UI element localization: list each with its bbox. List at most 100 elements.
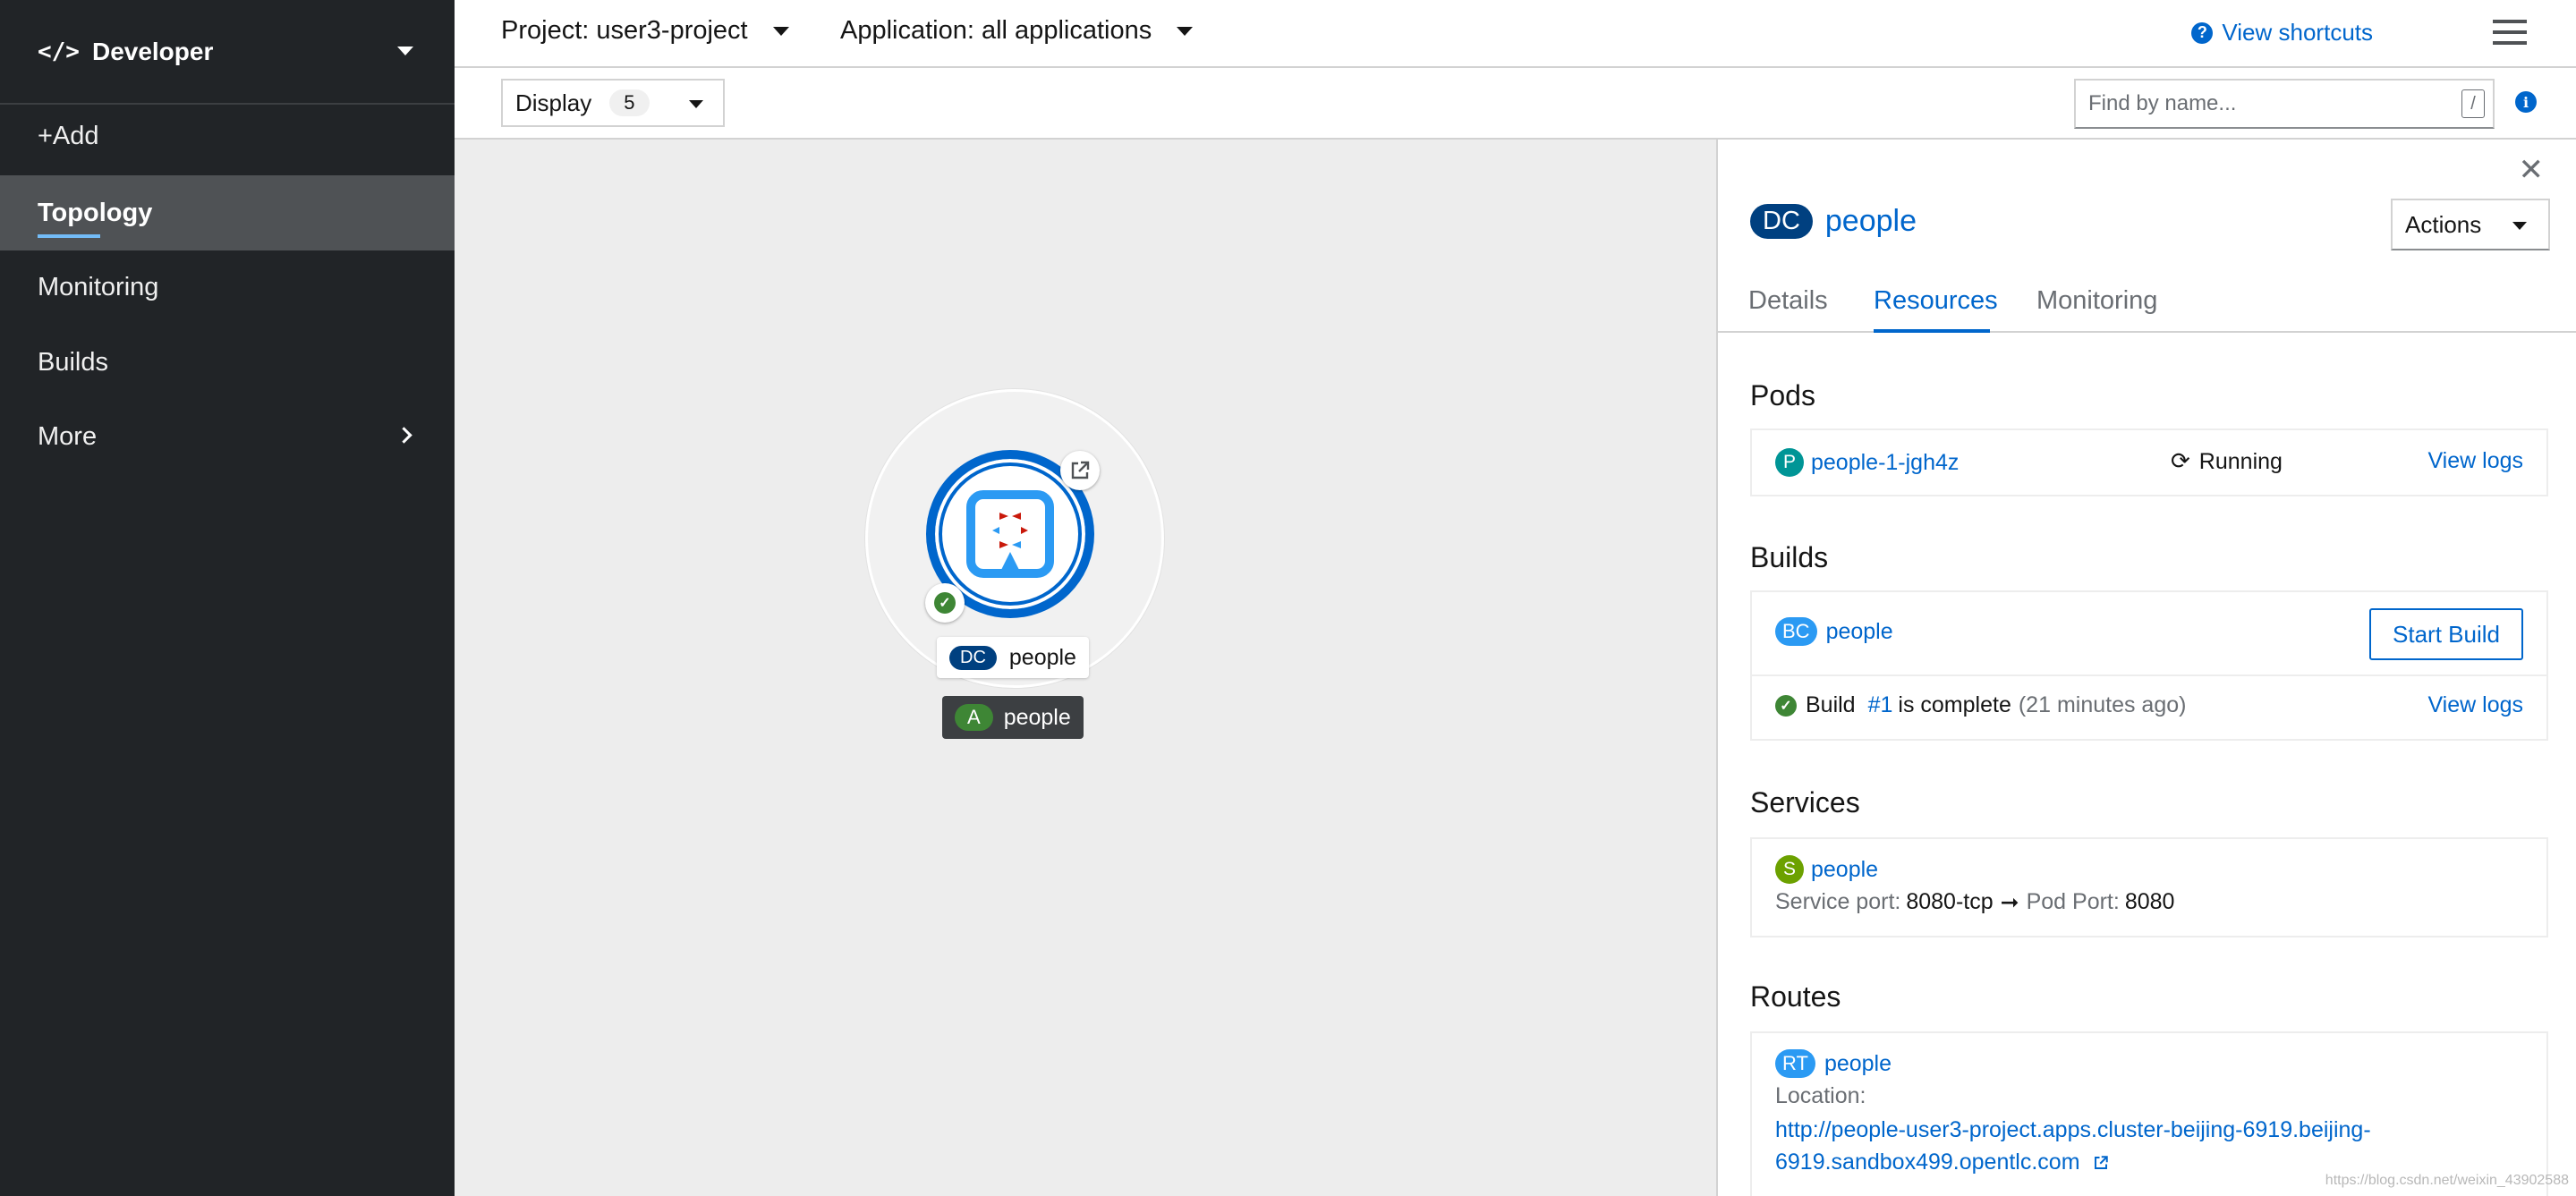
- caret-down-icon: [772, 26, 789, 36]
- sync-icon: ⟳: [2171, 448, 2190, 475]
- nav-item-label: More: [38, 421, 98, 451]
- chevron-right-icon: [395, 427, 412, 444]
- check-circle-icon: ✓: [1775, 694, 1797, 717]
- build-view-logs-link[interactable]: View logs: [2427, 692, 2523, 718]
- tab-monitoring[interactable]: Monitoring: [2036, 286, 2157, 316]
- display-label: Display: [515, 89, 592, 116]
- builds-heading: Builds: [1750, 541, 1829, 573]
- arrow-right-icon: ➞: [2000, 889, 2019, 915]
- build-complete-text: is complete: [1898, 692, 2011, 717]
- route-kind-badge: RT: [1775, 1049, 1815, 1078]
- build-timestamp: (21 minutes ago): [2018, 692, 2187, 717]
- actions-label: Actions: [2405, 210, 2482, 238]
- topology-canvas[interactable]: ✓ DC people A people: [455, 140, 1716, 1196]
- open-url-decorator[interactable]: [1060, 451, 1100, 490]
- service-port-value: 8080-tcp: [1906, 889, 1994, 914]
- build-status-decorator[interactable]: ✓: [925, 583, 965, 623]
- resource-name: people: [1824, 204, 1917, 238]
- build-config-name-link[interactable]: people: [1826, 619, 1893, 645]
- topology-toolbar: Display 5 / i: [455, 68, 2576, 140]
- resource-title[interactable]: DC people: [1750, 204, 1917, 239]
- perspective-title: Developer: [91, 37, 214, 65]
- caret-down-icon: [2512, 222, 2527, 230]
- pod-status-text: Running: [2198, 448, 2283, 474]
- sidebar: </> Developer +Add Topology Monitoring B…: [0, 0, 455, 1196]
- watermark: https://blog.csdn.net/weixin_43902588: [2325, 1173, 2569, 1188]
- view-shortcuts-label: View shortcuts: [2222, 19, 2373, 46]
- application-group-label[interactable]: A people: [942, 696, 1084, 739]
- application-label: Application: all applications: [840, 16, 1152, 45]
- project-label: Project: user3-project: [501, 16, 748, 45]
- nav-item-label: +Add: [38, 121, 99, 150]
- list-view-icon[interactable]: [2493, 18, 2527, 47]
- route-location-label: Location:: [1775, 1083, 1866, 1108]
- pod-port-value: 8080: [2124, 889, 2175, 914]
- caret-down-icon: [397, 47, 413, 55]
- keyboard-shortcut-hint: /: [2461, 89, 2485, 118]
- pod-name-link[interactable]: people-1-jgh4z: [1811, 450, 1959, 476]
- nav-item-topology[interactable]: Topology: [0, 175, 455, 250]
- node-label[interactable]: DC people: [937, 637, 1089, 678]
- panel-tabs: Details Resources Monitoring: [1718, 274, 2576, 333]
- nav-item-label: Monitoring: [38, 272, 159, 301]
- routes-heading: Routes: [1750, 980, 1841, 1013]
- route-name-link[interactable]: people: [1824, 1051, 1892, 1077]
- project-dropdown[interactable]: Project: user3-project: [501, 16, 789, 46]
- services-heading: Services: [1750, 786, 1860, 819]
- services-card: S people Service port: 8080-tcp ➞ Pod Po…: [1750, 837, 2548, 937]
- service-row: S people: [1775, 855, 1878, 884]
- service-name-link[interactable]: people: [1811, 857, 1878, 883]
- routes-card: RT people Location: http://people-user3-…: [1750, 1031, 2548, 1196]
- build-config-row: BC people: [1775, 617, 1893, 646]
- tab-resources[interactable]: Resources: [1874, 286, 1998, 316]
- resource-side-panel: ✕ DC people Actions Details Resources Mo…: [1716, 140, 2576, 1196]
- route-row: RT people: [1775, 1049, 1892, 1078]
- route-url-line2: 6919.sandbox499.opentlc.com: [1775, 1149, 2080, 1175]
- display-dropdown[interactable]: Display 5: [501, 79, 725, 127]
- application-dropdown[interactable]: Application: all applications: [840, 16, 1194, 46]
- builds-card: BC people Start Build ✓ Build #1 is comp…: [1750, 590, 2548, 741]
- caret-down-icon: [1177, 26, 1194, 36]
- tab-details[interactable]: Details: [1748, 286, 1828, 316]
- external-link-icon: [2095, 1156, 2109, 1170]
- build-word: Build: [1806, 692, 1856, 717]
- pod-port-label: Pod Port:: [2026, 889, 2120, 914]
- nav-item-add[interactable]: +Add: [0, 98, 455, 174]
- nav-item-monitoring[interactable]: Monitoring: [0, 250, 455, 325]
- service-ports: Service port: 8080-tcp ➞ Pod Port: 8080: [1775, 889, 2174, 915]
- context-bar: Project: user3-project Application: all …: [455, 0, 2576, 68]
- route-url-link[interactable]: http://people-user3-project.apps.cluster…: [1775, 1114, 2402, 1178]
- application-kind-badge: A: [955, 704, 993, 731]
- external-link-icon: [1071, 461, 1090, 479]
- build-config-kind-badge: BC: [1775, 617, 1817, 646]
- divider: [1752, 674, 2546, 676]
- node-name: people: [1008, 644, 1076, 670]
- pod-status: ⟳ Running: [2171, 448, 2283, 475]
- resource-kind-badge: DC: [1750, 204, 1813, 239]
- check-circle-icon: ✓: [934, 592, 956, 614]
- resource-kind-badge: DC: [949, 645, 997, 670]
- start-build-button[interactable]: Start Build: [2369, 608, 2523, 660]
- caret-down-icon: [689, 100, 703, 108]
- info-icon[interactable]: i: [2515, 91, 2537, 113]
- nav-item-builds[interactable]: Builds: [0, 325, 455, 400]
- pod-row: P people-1-jgh4z: [1775, 448, 1959, 477]
- service-kind-badge: S: [1775, 855, 1804, 884]
- pods-heading: Pods: [1750, 379, 1815, 411]
- question-circle-icon: ?: [2191, 21, 2214, 44]
- active-indicator: [38, 234, 100, 238]
- pod-view-logs-link[interactable]: View logs: [2427, 448, 2523, 474]
- display-count-badge: 5: [609, 89, 650, 116]
- find-by-name-input[interactable]: [2074, 79, 2495, 129]
- route-url-line1: http://people-user3-project.apps.cluster…: [1775, 1117, 2371, 1142]
- pod-kind-badge: P: [1775, 448, 1804, 477]
- build-status-row: ✓ Build #1 is complete (21 minutes ago): [1775, 692, 2186, 718]
- build-number-link[interactable]: #1: [1868, 692, 1893, 718]
- nav-item-label: Builds: [38, 347, 108, 377]
- application-name: people: [1003, 704, 1071, 730]
- actions-dropdown[interactable]: Actions: [2391, 199, 2550, 250]
- view-shortcuts-link[interactable]: ? View shortcuts: [2191, 19, 2373, 47]
- close-icon[interactable]: ✕: [2519, 152, 2545, 188]
- nav-item-more[interactable]: More: [0, 399, 455, 474]
- perspective-switcher[interactable]: </> Developer: [0, 0, 455, 105]
